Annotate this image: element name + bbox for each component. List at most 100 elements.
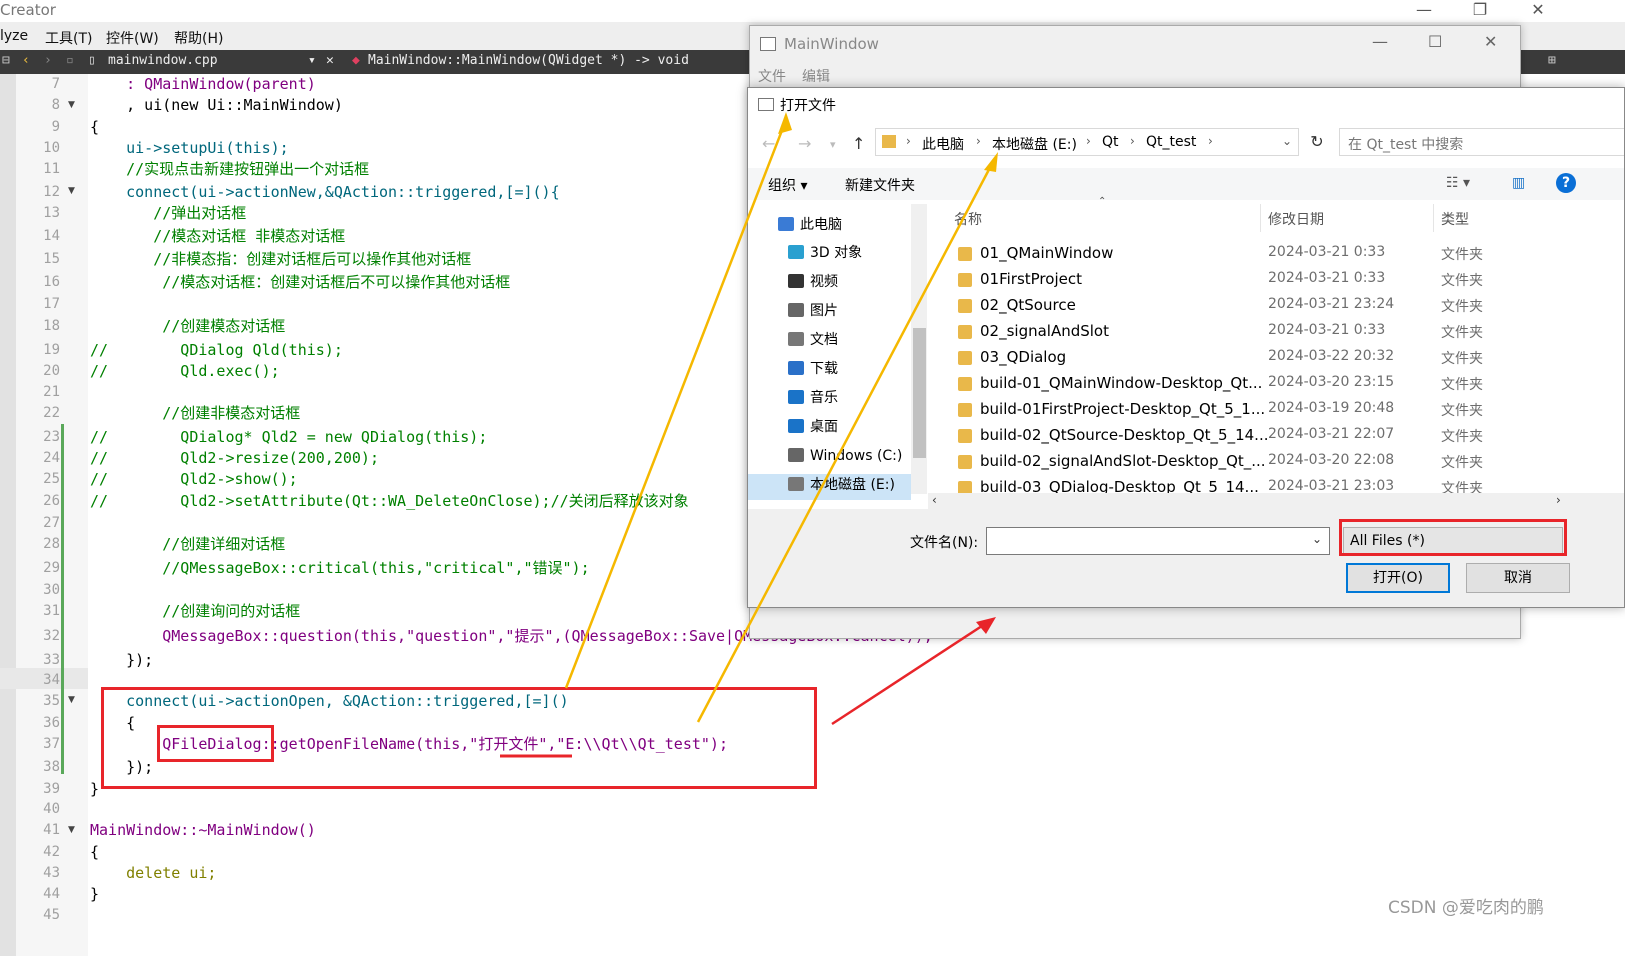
nav-item[interactable]: 视频 xyxy=(788,269,838,295)
menu-edit[interactable]: 编辑 xyxy=(802,66,830,86)
code-line[interactable]: , ui(new Ui::MainWindow) xyxy=(90,95,343,116)
file-row[interactable]: 03_QDialog 2024-03-22 20:32 文件夹 xyxy=(928,345,1624,371)
address-bar[interactable]: › 此电脑 › 本地磁盘 (E:) › Qt › Qt_test › ⌄ xyxy=(875,128,1299,156)
file-row[interactable]: 02_QtSource 2024-03-21 23:24 文件夹 xyxy=(928,293,1624,319)
up-icon[interactable]: ↑ xyxy=(852,134,865,153)
code-line[interactable]: //创建非模态对话框 xyxy=(90,403,300,424)
minimize-icon[interactable]: — xyxy=(1404,0,1444,19)
code-line[interactable]: { xyxy=(90,842,99,863)
code-line[interactable]: //模态对话框：创建对话框后不可以操作其他对话框 xyxy=(90,272,510,293)
split-icon[interactable]: ⊟ xyxy=(2,53,10,68)
organize-button[interactable]: 组织 ▾ xyxy=(768,175,807,195)
recent-dropdown-icon[interactable]: ▾ xyxy=(830,138,836,151)
forward-icon[interactable]: › xyxy=(44,53,52,68)
dropdown-icon[interactable]: ▾ xyxy=(308,53,316,68)
nav-item[interactable]: 此电脑 xyxy=(778,212,842,238)
code-line[interactable]: // Qld.exec(); xyxy=(90,361,280,382)
code-line[interactable]: // Qld2->show(); xyxy=(90,469,298,490)
code-line[interactable]: //模态对话框 非模态对话框 xyxy=(90,226,345,247)
help-icon[interactable]: ? xyxy=(1556,173,1576,193)
fold-icon[interactable]: ▼ xyxy=(68,690,75,711)
maximize-icon[interactable]: ☐ xyxy=(1428,32,1442,51)
forward-icon[interactable]: → xyxy=(798,134,811,153)
column-header-date[interactable]: 修改日期 xyxy=(1268,209,1324,229)
minimize-icon[interactable]: — xyxy=(1372,32,1388,51)
file-row[interactable]: build-01FirstProject-Desktop_Qt_5_1... 20… xyxy=(928,397,1624,423)
menu-controls[interactable]: 控件(W) xyxy=(106,28,159,48)
column-divider[interactable] xyxy=(1260,204,1261,232)
search-input[interactable]: 在 Qt_test 中搜索 xyxy=(1339,128,1624,156)
code-line[interactable]: // Qld2->resize(200,200); xyxy=(90,448,379,469)
code-line[interactable]: : QMainWindow(parent) xyxy=(90,74,316,95)
code-line[interactable]: //创建模态对话框 xyxy=(90,316,285,337)
code-line[interactable]: MainWindow::~MainWindow() xyxy=(90,820,316,841)
chevron-down-icon[interactable]: ⌄ xyxy=(1312,532,1322,546)
scroll-left-icon[interactable]: ‹ xyxy=(932,493,937,507)
code-line[interactable]: { xyxy=(90,117,99,138)
fold-icon[interactable]: ▼ xyxy=(68,181,75,202)
breadcrumb-qt[interactable]: Qt xyxy=(1102,134,1119,150)
code-line[interactable]: //弹出对话框 xyxy=(90,203,246,224)
file-row[interactable]: 01FirstProject 2024-03-21 0:33 文件夹 xyxy=(928,267,1624,293)
restore-icon[interactable]: ❐ xyxy=(1460,0,1500,19)
nav-item[interactable]: 本地磁盘 (E:) xyxy=(788,472,895,498)
file-list-hscrollbar[interactable]: ‹ › xyxy=(928,493,1624,509)
menu-file[interactable]: 文件 xyxy=(758,66,786,86)
code-line[interactable]: } xyxy=(90,779,99,800)
file-row[interactable]: 02_signalAndSlot 2024-03-21 0:33 文件夹 xyxy=(928,319,1624,345)
menu-tools[interactable]: 工具(T) xyxy=(45,28,92,48)
file-row[interactable]: build-02_QtSource-Desktop_Qt_5_14... 2024… xyxy=(928,423,1624,449)
nav-item[interactable]: Windows (C:) xyxy=(788,443,902,469)
view-options-icon[interactable]: ☷ ▾ xyxy=(1446,175,1470,191)
back-icon[interactable]: ‹ xyxy=(22,53,30,68)
file-row[interactable]: 01_QMainWindow 2024-03-21 0:33 文件夹 xyxy=(928,241,1624,267)
fold-icon[interactable]: ▼ xyxy=(68,820,75,841)
nav-item[interactable]: 下载 xyxy=(788,356,838,382)
code-line[interactable]: //创建详细对话框 xyxy=(90,534,285,555)
filename-input[interactable] xyxy=(986,527,1330,555)
code-line[interactable]: }); xyxy=(90,650,153,671)
nav-item[interactable]: 桌面 xyxy=(788,414,838,440)
fold-icon[interactable]: ▼ xyxy=(68,95,75,116)
column-divider[interactable] xyxy=(1433,204,1434,232)
nav-scrollbar-thumb[interactable] xyxy=(913,328,926,458)
menu-analyze[interactable]: lyze xyxy=(0,28,28,44)
code-line[interactable]: //实现点击新建按钮弹出一个对话框 xyxy=(90,159,369,180)
file-row[interactable]: build-01_QMainWindow-Desktop_Qt... 2024-0… xyxy=(928,371,1624,397)
code-line[interactable]: //非模态指：创建对话框后可以操作其他对话框 xyxy=(90,249,471,270)
cancel-button[interactable]: 取消 xyxy=(1466,563,1570,593)
new-folder-button[interactable]: 新建文件夹 xyxy=(845,175,915,195)
nav-item[interactable]: 文档 xyxy=(788,327,838,353)
code-line[interactable]: connect(ui->actionNew,&QAction::triggere… xyxy=(90,182,560,203)
code-line[interactable]: // QDialog* Qld2 = new QDialog(this); xyxy=(90,427,487,448)
code-line[interactable]: //创建询问的对话框 xyxy=(90,601,300,622)
nav-item[interactable]: 音乐 xyxy=(788,385,838,411)
nav-item[interactable]: 图片 xyxy=(788,298,838,324)
code-line[interactable]: } xyxy=(90,884,99,905)
breadcrumb-pc[interactable]: 此电脑 xyxy=(922,134,964,154)
refresh-icon[interactable]: ↻ xyxy=(1303,128,1331,156)
close-file-icon[interactable]: ✕ xyxy=(326,53,334,68)
open-button[interactable]: 打开(O) xyxy=(1346,563,1450,593)
back-icon[interactable]: ← xyxy=(762,134,775,153)
column-header-name[interactable]: 名称 xyxy=(954,209,982,229)
scroll-right-icon[interactable]: › xyxy=(1556,493,1561,507)
open-file-tab[interactable]: mainwindow.cpp xyxy=(108,53,218,68)
close-icon[interactable]: ✕ xyxy=(1518,0,1558,19)
preview-pane-icon[interactable]: ▥ xyxy=(1512,175,1525,191)
code-line[interactable]: ui->setupUi(this); xyxy=(90,138,289,159)
file-row[interactable]: build-02_signalAndSlot-Desktop_Qt_... 202… xyxy=(928,449,1624,475)
chevron-down-icon[interactable]: ⌄ xyxy=(1282,134,1292,148)
code-line[interactable]: // Qld2->setAttribute(Qt::WA_DeleteOnClo… xyxy=(90,491,689,512)
code-line[interactable]: // QDialog Qld(this); xyxy=(90,340,343,361)
code-line[interactable]: delete ui; xyxy=(90,863,216,884)
breadcrumb-qt-test[interactable]: Qt_test xyxy=(1146,134,1196,150)
code-line[interactable]: //QMessageBox::critical(this,"critical",… xyxy=(90,558,589,579)
close-icon[interactable]: ✕ xyxy=(1484,32,1497,51)
breadcrumb-drive[interactable]: 本地磁盘 (E:) xyxy=(992,134,1077,154)
split-right-icon[interactable]: ⊞ xyxy=(1548,53,1556,68)
menu-help[interactable]: 帮助(H) xyxy=(174,28,223,48)
nav-item[interactable]: 3D 对象 xyxy=(788,240,862,266)
column-header-type[interactable]: 类型 xyxy=(1441,209,1469,229)
symbol-selector[interactable]: MainWindow::MainWindow(QWidget *) -> voi… xyxy=(368,53,689,68)
